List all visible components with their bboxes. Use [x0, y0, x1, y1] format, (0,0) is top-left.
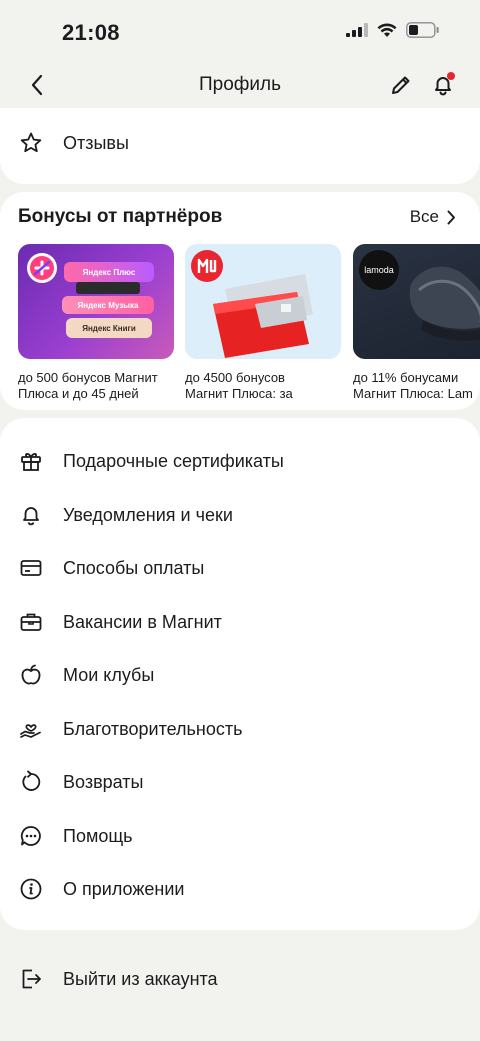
partner-tile-yandex[interactable]: Яндекс Плюс Яндекс Музыка Яндекс Книги д… — [18, 244, 174, 402]
promo-card-music: Яндекс Музыка — [62, 296, 154, 314]
partner-tile-caption: до 500 бонусов Магнит Плюса и до 45 дней — [18, 370, 174, 402]
partner-tile-caption: до 4500 бонусов Магнит Плюса: за — [185, 370, 341, 402]
chevron-right-icon — [447, 210, 455, 224]
edit-button[interactable] — [386, 70, 416, 100]
section-title: Бонусы от партнёров — [18, 206, 223, 227]
status-bar: 21:08 — [0, 0, 480, 62]
menu-item-about[interactable]: О приложении — [0, 862, 480, 916]
star-icon — [18, 130, 44, 156]
plus-badge-icon — [27, 253, 57, 283]
menu-item-label: Помощь — [63, 825, 133, 846]
signal-icon — [346, 23, 368, 37]
partner-tile-lamoda[interactable]: lamoda до 11% бонусами Магнит Плюса: Lam — [353, 244, 480, 402]
caption-line: Магнит Плюса: за — [185, 386, 293, 401]
menu-item-notifications[interactable]: Уведомления и чеки — [0, 488, 480, 542]
partner-carousel[interactable]: Яндекс Плюс Яндекс Музыка Яндекс Книги д… — [18, 244, 480, 404]
sneaker-illustration — [409, 266, 480, 341]
notification-dot — [447, 72, 455, 80]
menu-item-label: Уведомления и чеки — [63, 504, 233, 525]
caption-line: Плюса и до 45 дней — [18, 386, 139, 401]
logout-icon — [18, 966, 44, 992]
menu-item-payment-methods[interactable]: Способы оплаты — [0, 541, 480, 595]
promo-card-books: Яндекс Книги — [66, 318, 152, 338]
caption-line: Магнит Плюса: Lam — [353, 386, 473, 401]
status-time: 21:08 — [62, 20, 120, 45]
apple-icon — [18, 662, 44, 688]
partner-tile-image — [185, 244, 341, 359]
partner-bonuses-section: Бонусы от партнёров Все Яндекс Плюс Янде… — [0, 192, 480, 410]
logout-button[interactable]: Выйти из аккаунта — [0, 952, 480, 1006]
partner-tile-image: Яндекс Плюс Яндекс Музыка Яндекс Книги — [18, 244, 174, 359]
partner-tile-caption: до 11% бонусами Магнит Плюса: Lam — [353, 370, 480, 402]
menu-item-label: Подарочные сертификаты — [63, 450, 284, 471]
wallet-illustration — [213, 274, 313, 358]
notifications-button[interactable] — [428, 70, 458, 100]
menu-item-help[interactable]: Помощь — [0, 809, 480, 863]
menu-item-label: Благотворительность — [63, 718, 243, 739]
battery-icon — [406, 22, 439, 38]
chat-icon — [18, 823, 44, 849]
status-icons — [346, 22, 440, 38]
bell-icon — [18, 502, 44, 528]
pencil-icon — [392, 76, 410, 94]
see-all-label: Все — [409, 207, 439, 226]
see-all-link[interactable]: Все — [410, 207, 456, 227]
gift-icon — [18, 448, 44, 474]
caption-line: до 4500 бонусов — [185, 370, 285, 385]
wifi-icon — [377, 22, 397, 37]
reviews-card: Отзывы — [0, 108, 480, 184]
menu-item-label: Мои клубы — [63, 664, 155, 685]
promo-card-plus: Яндекс Плюс — [64, 262, 154, 282]
menu-item-label: Отзывы — [63, 132, 129, 153]
menu-item-charity[interactable]: Благотворительность — [0, 702, 480, 756]
menu-item-label: О приложении — [63, 878, 185, 899]
menu-item-label: Возвраты — [63, 771, 144, 792]
menu-item-label: Способы оплаты — [63, 557, 205, 578]
caption-line: до 11% бонусами — [353, 370, 459, 385]
menu-item-my-clubs[interactable]: Мои клубы — [0, 648, 480, 702]
partner-tile-magnit[interactable]: до 4500 бонусов Магнит Плюса: за — [185, 244, 341, 402]
logout-label: Выйти из аккаунта — [63, 968, 218, 989]
briefcase-icon — [18, 609, 44, 635]
caption-line: до 500 бонусов Магнит — [18, 370, 158, 385]
menu-item-returns[interactable]: Возвраты — [0, 755, 480, 809]
charity-icon — [18, 716, 44, 742]
info-icon — [18, 876, 44, 902]
menu-item-reviews[interactable]: Отзывы — [0, 116, 480, 170]
card-icon — [18, 555, 44, 581]
nav-bar: Профиль — [0, 62, 480, 108]
menu-item-label: Вакансии в Магнит — [63, 611, 222, 632]
return-icon — [18, 769, 44, 795]
partner-tile-image: lamoda — [353, 244, 480, 359]
promo-card-box — [76, 282, 140, 294]
menu-item-vacancies[interactable]: Вакансии в Магнит — [0, 595, 480, 649]
menu-card: Подарочные сертификаты Уведомления и чек… — [0, 418, 480, 930]
menu-item-gift-certificates[interactable]: Подарочные сертификаты — [0, 434, 480, 488]
